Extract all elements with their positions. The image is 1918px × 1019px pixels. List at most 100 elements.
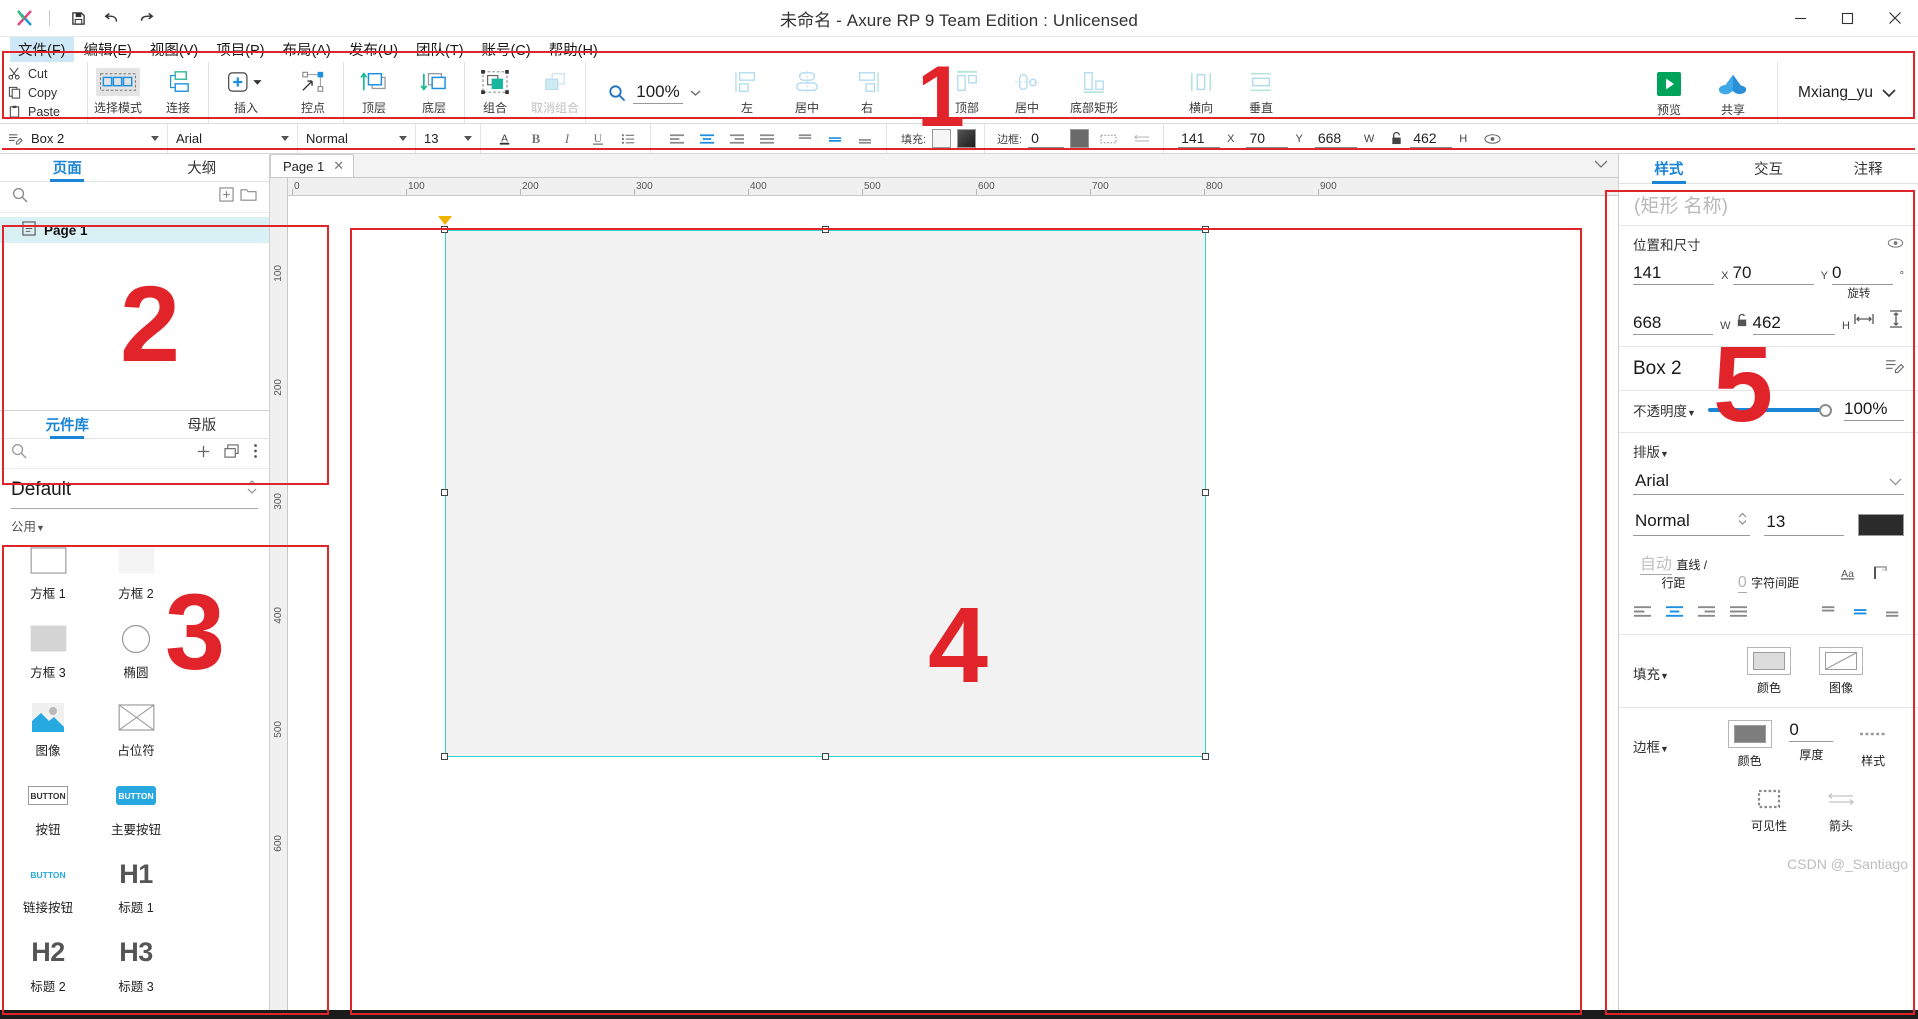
underline-icon[interactable]: U (584, 127, 611, 151)
rotation-field[interactable]: 0 ° (1832, 263, 1904, 285)
border-visibility-option[interactable]: 可见性 (1733, 785, 1805, 834)
redo-icon[interactable] (131, 5, 161, 31)
font-size-select[interactable]: 13 (416, 124, 481, 153)
stepper-icon[interactable] (246, 477, 258, 503)
align-center-icon[interactable] (1665, 605, 1684, 623)
search-icon[interactable] (12, 187, 28, 208)
send-to-back-button[interactable]: 底层 (404, 62, 464, 123)
bullet-list-icon[interactable] (615, 127, 642, 151)
widget-image[interactable]: 图像 (4, 696, 92, 772)
flip-vertical-icon[interactable] (1888, 310, 1904, 333)
canvas-shape-box-2[interactable] (444, 230, 1207, 757)
tab-outline[interactable]: 大纲 (135, 154, 270, 181)
visibility-eye-icon[interactable] (1479, 127, 1506, 151)
cut-button[interactable]: Cut (8, 65, 87, 83)
x-field[interactable]: 141 X (1633, 263, 1729, 285)
group-button[interactable]: 组合 (465, 62, 525, 123)
align-left-icon[interactable] (1633, 605, 1652, 623)
align-right-icon[interactable] (1697, 605, 1716, 623)
align-bottom-button[interactable]: 底部矩形 (1057, 62, 1131, 123)
font-family-select[interactable]: Arial (168, 124, 298, 153)
shape-name-input[interactable]: (矩形 名称) (1619, 184, 1918, 226)
font-color-swatch[interactable] (1858, 514, 1904, 536)
resize-handle[interactable] (1202, 752, 1210, 760)
border-style-icon[interactable] (1095, 127, 1122, 151)
lock-aspect-icon[interactable] (1386, 127, 1406, 151)
fill-section-label-wrap[interactable]: 填充▼ (1633, 647, 1733, 683)
flip-horizontal-icon[interactable] (1854, 311, 1874, 332)
bring-to-front-button[interactable]: 顶层 (344, 62, 404, 123)
resize-handle[interactable] (440, 489, 448, 497)
font-weight-select[interactable]: Normal (1633, 507, 1751, 536)
page-tab-page-1[interactable]: Page 1 ✕ (270, 154, 355, 177)
copy-button[interactable]: Copy (8, 84, 87, 102)
valign-middle-icon[interactable] (1853, 605, 1872, 623)
align-right-icon[interactable] (723, 127, 750, 151)
resize-handle[interactable] (1202, 226, 1210, 233)
distribute-horizontal-button[interactable]: 横向 (1171, 62, 1231, 123)
font-weight-select[interactable]: Normal (298, 124, 416, 153)
search-icon[interactable] (11, 443, 27, 464)
border-width-input[interactable]: 0 (1028, 130, 1065, 148)
typography-header[interactable]: 排版▼ (1633, 441, 1904, 461)
add-icon[interactable] (196, 444, 211, 464)
close-button[interactable] (1871, 0, 1918, 37)
zoom-control[interactable]: 100% (586, 62, 717, 123)
text-shadow-icon[interactable] (1872, 565, 1889, 588)
align-middle-button[interactable]: 居中 (997, 62, 1057, 123)
widget-heading-2[interactable]: H2 标题 2 (4, 932, 92, 1008)
insert-button[interactable]: 插入 (209, 62, 283, 123)
distribute-vertical-button[interactable]: 垂直 (1231, 62, 1291, 123)
align-left-icon[interactable] (663, 127, 690, 151)
tab-masters[interactable]: 母版 (135, 411, 270, 438)
menu-account[interactable]: 账号(C) (474, 36, 539, 63)
widget-primary-button[interactable]: BUTTON 主要按钮 (92, 775, 180, 851)
opacity-slider[interactable] (1707, 403, 1832, 417)
library-category[interactable]: 公用▼ (0, 509, 269, 539)
paste-button[interactable]: Paste (8, 103, 87, 121)
rotate-handle[interactable] (437, 216, 452, 225)
w-field[interactable]: 668 W (1633, 313, 1731, 335)
design-canvas[interactable]: 4 (288, 196, 1618, 1010)
border-section-label-wrap[interactable]: 边框▼ (1633, 720, 1719, 756)
more-options-icon[interactable] (253, 443, 258, 464)
align-center-button[interactable]: 居中 (777, 62, 837, 123)
lock-aspect-icon[interactable] (1735, 313, 1749, 335)
fill-image-option[interactable]: 图像 (1805, 647, 1877, 696)
text-color-icon[interactable]: A (491, 127, 518, 151)
arrow-style-icon[interactable] (1128, 127, 1155, 151)
close-icon[interactable]: ✕ (333, 158, 344, 174)
undo-icon[interactable] (97, 5, 127, 31)
opacity-knob[interactable] (1819, 403, 1832, 417)
tab-style[interactable]: 样式 (1619, 154, 1719, 183)
y-field[interactable]: 70 Y (1732, 263, 1828, 285)
valign-bottom-icon[interactable] (851, 127, 878, 151)
style-name-row[interactable]: Box 2 (1619, 347, 1918, 391)
resize-handle[interactable] (440, 752, 448, 760)
stepper-icon[interactable] (1737, 510, 1748, 532)
widget-ellipse[interactable]: 椭圆 (92, 618, 180, 694)
anchor-point-button[interactable]: 控点 (283, 62, 343, 123)
menu-project[interactable]: 项目(P) (208, 36, 272, 63)
visibility-eye-icon[interactable] (1887, 237, 1904, 252)
border-color-icon[interactable] (1070, 129, 1090, 148)
font-size-input[interactable]: 13 (1764, 509, 1844, 536)
resize-handle[interactable] (821, 752, 829, 760)
menu-view[interactable]: 视图(V) (142, 36, 206, 63)
fill-swatch-icon[interactable] (932, 129, 952, 148)
border-width-option[interactable]: 0 厚度 (1781, 720, 1843, 763)
font-family-select[interactable]: Arial (1633, 468, 1904, 495)
valign-middle-icon[interactable] (821, 127, 848, 151)
widget-box-3[interactable]: 方框 3 (4, 618, 92, 694)
menu-team[interactable]: 团队(T) (408, 36, 472, 63)
edit-style-icon[interactable] (1885, 357, 1905, 381)
preview-button[interactable]: 预览 (1639, 64, 1699, 123)
widget-heading-3[interactable]: H3 标题 3 (92, 932, 180, 1008)
select-mode-button[interactable]: 选择模式 (88, 62, 148, 123)
library-select[interactable]: Default (11, 471, 258, 509)
border-style-option[interactable]: 样式 (1842, 720, 1904, 769)
y-input[interactable]: 70 (1246, 130, 1289, 148)
w-input[interactable]: 668 (1314, 130, 1357, 148)
opacity-label[interactable]: 不透明度▼ (1633, 400, 1696, 420)
widget-box-1[interactable]: 方框 1 (4, 539, 92, 615)
